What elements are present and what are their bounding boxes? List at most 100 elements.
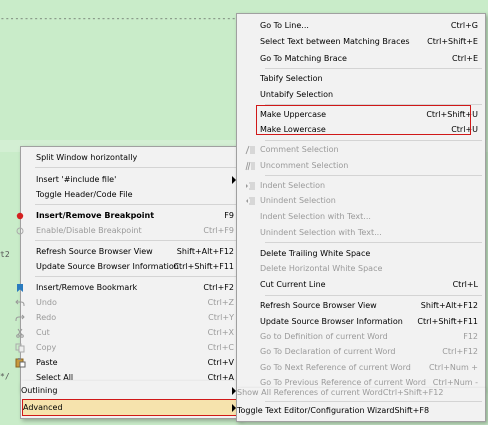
menu-separator <box>265 68 482 69</box>
redo-icon <box>14 312 26 324</box>
menu-item-shortcut: F9 <box>224 211 234 220</box>
menu-item-update-source-browser[interactable]: Update Source Browser Information Ctrl+S… <box>21 259 241 274</box>
menu-item-label: Insert '#include file' <box>36 175 117 184</box>
menu-item-label: Show All References of current Word <box>237 388 383 397</box>
menu-item-shortcut: Ctrl+V <box>207 358 234 367</box>
menu-item-shortcut: Ctrl+L <box>452 280 478 289</box>
menu-item-shortcut: Ctrl+Shift+F12 <box>382 388 444 397</box>
unindent-icon <box>244 195 256 207</box>
menu-item-label: Toggle Text Editor/Configuration Wizard <box>237 406 395 415</box>
menu-item-label: Make Uppercase <box>260 110 327 119</box>
menu-item-unindent-with-text[interactable]: Unindent Selection with Text... <box>237 225 485 240</box>
copy-icon <box>14 342 26 354</box>
menu-item-delete-trailing-whitespace[interactable]: Delete Trailing White Space <box>237 246 485 261</box>
menu-item-select-between-braces[interactable]: Select Text between Matching Braces Ctrl… <box>237 34 485 49</box>
menu-separator <box>265 242 482 243</box>
menu-item-label: Untabify Selection <box>260 90 334 99</box>
menu-item-refresh-source-browser[interactable]: Refresh Source Browser View Shift+Alt+F1… <box>21 244 241 259</box>
menu-item-label: Enable/Disable Breakpoint <box>36 226 142 235</box>
menu-item-enable-breakpoint[interactable]: Enable/Disable Breakpoint Ctrl+F9 <box>16 223 241 238</box>
menu-item-label: Uncomment Selection <box>260 161 349 170</box>
uncomment-icon <box>244 160 256 172</box>
menu-item-outlining[interactable]: Outlining <box>21 383 241 398</box>
menu-item-shortcut: Shift+F8 <box>394 406 430 415</box>
menu-item-shortcut: Ctrl+F2 <box>203 283 234 292</box>
undo-icon <box>14 297 26 309</box>
menu-item-make-uppercase[interactable]: Make Uppercase Ctrl+Shift+U <box>237 107 485 122</box>
editor-context-menu: Split Window horizontally Insert '#inclu… <box>15 146 242 392</box>
menu-item-paste[interactable]: Paste Ctrl+V <box>15 355 241 370</box>
menu-item-label: Paste <box>36 358 58 367</box>
menu-separator <box>265 140 482 141</box>
menu-item-label: Update Source Browser Information <box>36 262 179 271</box>
menu-item-label: Go To Matching Brace <box>260 54 347 63</box>
menu-item-label: Delete Trailing White Space <box>260 249 371 258</box>
menu-item-redo[interactable]: Redo Ctrl+Y <box>15 310 241 325</box>
menu-item-label: Insert/Remove Bookmark <box>36 283 138 292</box>
menu-item-insert-include[interactable]: Insert '#include file' <box>21 172 241 187</box>
menu-item-shortcut: Ctrl+Y <box>208 313 234 322</box>
menu-item-shortcut: Ctrl+E <box>452 54 478 63</box>
menu-item-shortcut: Ctrl+Shift+F11 <box>173 262 234 271</box>
menu-item-untabify[interactable]: Untabify Selection <box>237 87 485 102</box>
menu-item-label: Indent Selection with Text... <box>260 212 371 221</box>
menu-item-tabify[interactable]: Tabify Selection <box>237 71 485 86</box>
menu-item-advanced[interactable]: Advanced <box>23 400 239 415</box>
menu-item-label: Redo <box>36 313 57 322</box>
menu-item-undo[interactable]: Undo Ctrl+Z <box>15 295 241 310</box>
menu-item-shortcut: Ctrl+X <box>207 328 234 337</box>
advanced-submenu-bottom: Show All References of current Word Ctrl… <box>236 388 486 422</box>
menu-item-unindent-selection[interactable]: Unindent Selection <box>237 193 485 208</box>
menu-item-toggle-text-editor[interactable]: Toggle Text Editor/Configuration Wizard … <box>237 403 485 418</box>
menu-separator <box>35 276 238 277</box>
menu-item-shortcut: Ctrl+Z <box>207 298 234 307</box>
menu-item-label: Unindent Selection with Text... <box>260 228 382 237</box>
menu-item-label: Update Source Browser Information <box>260 317 403 326</box>
menu-separator <box>35 167 238 168</box>
advanced-submenu: Go To Line... Ctrl+G Select Text between… <box>236 13 486 389</box>
menu-item-shortcut: F12 <box>463 332 478 341</box>
paste-icon <box>14 357 26 369</box>
menu-item-cut[interactable]: Cut Ctrl+X <box>16 325 241 340</box>
menu-item-go-to-declaration[interactable]: Go To Declaration of current Word Ctrl+F… <box>237 344 485 359</box>
menu-separator <box>265 401 482 402</box>
editor-context-menu-bottom: Outlining Advanced <box>20 381 242 419</box>
menu-item-indent-selection[interactable]: Indent Selection <box>237 178 485 193</box>
menu-item-label: Undo <box>36 298 57 307</box>
menu-item-uncomment-selection[interactable]: Uncomment Selection <box>237 158 485 173</box>
menu-separator <box>35 240 238 241</box>
menu-item-go-to-line[interactable]: Go To Line... Ctrl+G <box>237 18 485 33</box>
menu-separator <box>265 175 482 176</box>
menu-item-insert-breakpoint[interactable]: Insert/Remove Breakpoint F9 <box>16 208 241 223</box>
menu-item-make-lowercase[interactable]: Make Lowercase Ctrl+U <box>237 122 485 137</box>
menu-item-split-window[interactable]: Split Window horizontally <box>21 150 241 165</box>
menu-item-label: Tabify Selection <box>260 74 323 83</box>
menu-item-go-to-next-reference[interactable]: Go To Next Reference of current Word Ctr… <box>237 360 485 375</box>
menu-item-go-to-definition[interactable]: Go to Definition of current Word F12 <box>237 329 485 344</box>
menu-item-shortcut: Ctrl+Shift+E <box>427 37 478 46</box>
bookmark-icon <box>14 282 26 294</box>
breakpoint-hollow-icon <box>14 225 26 237</box>
menu-item-shortcut: Ctrl+F9 <box>203 226 234 235</box>
menu-item-show-all-references[interactable]: Show All References of current Word Ctrl… <box>237 385 485 400</box>
menu-item-refresh-source-browser[interactable]: Refresh Source Browser View Shift+Alt+F1… <box>237 298 485 313</box>
menu-item-comment-selection[interactable]: Comment Selection <box>237 142 485 157</box>
menu-item-label: Toggle Header/Code File <box>36 190 133 199</box>
menu-item-shortcut: Ctrl+C <box>207 343 234 352</box>
menu-item-cut-current-line[interactable]: Cut Current Line Ctrl+L <box>237 277 485 292</box>
menu-item-label: Indent Selection <box>260 181 326 190</box>
menu-separator <box>265 104 482 105</box>
menu-item-label: Go To Next Reference of current Word <box>260 363 411 372</box>
menu-item-label: Cut <box>36 328 50 337</box>
menu-item-update-source-browser[interactable]: Update Source Browser Information Ctrl+S… <box>237 314 485 329</box>
menu-item-insert-bookmark[interactable]: Insert/Remove Bookmark Ctrl+F2 <box>17 280 241 295</box>
menu-item-toggle-header[interactable]: Toggle Header/Code File <box>21 187 241 202</box>
code-fragment: t2 <box>0 250 10 259</box>
menu-item-indent-with-text[interactable]: Indent Selection with Text... <box>237 209 485 224</box>
menu-separator <box>265 295 482 296</box>
menu-item-label: Go To Declaration of current Word <box>260 347 396 356</box>
menu-item-label: Copy <box>36 343 57 352</box>
menu-item-go-to-matching-brace[interactable]: Go To Matching Brace Ctrl+E <box>237 51 485 66</box>
menu-item-delete-horizontal-whitespace[interactable]: Delete Horizontal White Space <box>237 261 485 276</box>
menu-item-copy[interactable]: Copy Ctrl+C <box>15 340 241 355</box>
